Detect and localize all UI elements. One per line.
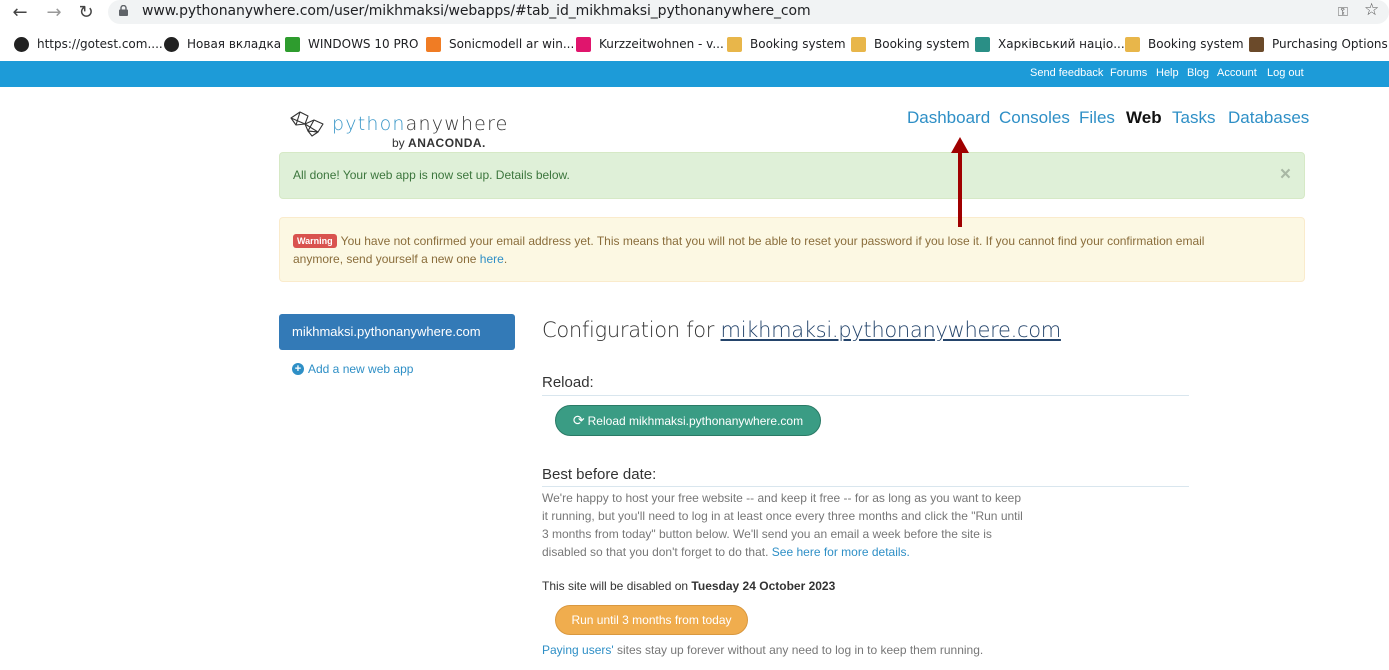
forward-arrow-icon[interactable]: → — [43, 2, 65, 24]
lock-icon — [119, 5, 128, 16]
logout-link[interactable]: Log out — [1267, 67, 1304, 79]
section-divider — [542, 486, 1189, 487]
best-before-text-line: We're happy to host your free website --… — [542, 491, 1021, 505]
disable-date: Tuesday 24 October 2023 — [691, 579, 836, 593]
bookmark-label: Booking system — [1148, 37, 1244, 51]
top-utility-bar: Send feedback Forums Help Blog Account L… — [0, 61, 1389, 87]
annotation-arrow-icon — [951, 137, 969, 227]
globe-icon — [164, 36, 179, 52]
url-text[interactable]: www.pythonanywhere.com/user/mikhmaksi/we… — [142, 3, 811, 19]
bookmark-item[interactable]: Booking system — [1125, 35, 1244, 53]
browser-toolbar: ← → ↻ www.pythonanywhere.com/user/mikhma… — [0, 0, 1389, 27]
bookmark-label: Новая вкладка — [187, 37, 282, 51]
reload-webapp-button[interactable]: ⟳ Reload mikhmaksi.pythonanywhere.com — [555, 405, 821, 436]
bookmark-label: Sonicmodell ar win... — [449, 37, 575, 51]
logo-byline: by ANACONDA. — [392, 136, 486, 150]
refresh-icon: ⟳ — [572, 412, 585, 429]
plus-circle-icon: + — [292, 363, 304, 375]
best-before-heading: Best before date: — [542, 466, 657, 483]
bookmark-label: Kurzzeitwohnen - v... — [599, 37, 724, 51]
bookmark-label: WINDOWS 10 PRO — [308, 37, 419, 51]
windows-icon — [285, 36, 300, 52]
bg-icon — [426, 36, 441, 52]
booking-icon — [727, 36, 742, 52]
best-before-text-line: disabled so that you don't forget to do … — [542, 545, 910, 559]
resend-confirmation-link[interactable]: here — [480, 252, 504, 266]
blog-link[interactable]: Blog — [1187, 67, 1209, 79]
bookmark-label: Booking system — [750, 37, 846, 51]
nav-tasks[interactable]: Tasks — [1172, 108, 1215, 128]
bookmark-label: Purchasing Options... — [1272, 37, 1389, 51]
webapp-domain-link[interactable]: mikhmaksi.pythonanywhere.com — [721, 318, 1062, 342]
best-before-text-line: it running, but you'll need to log in at… — [542, 509, 1023, 523]
nav-files[interactable]: Files — [1079, 108, 1115, 128]
nav-databases[interactable]: Databases — [1228, 108, 1309, 128]
logo-wordmark: pythonanywhere — [332, 113, 509, 135]
bookmark-label: Booking system — [874, 37, 970, 51]
sidebar-item-label: mikhmaksi.pythonanywhere.com — [292, 324, 481, 339]
bookmark-item[interactable]: Kurzzeitwohnen - v... — [576, 35, 724, 53]
success-alert: All done! Your web app is now set up. De… — [279, 152, 1305, 199]
booking-icon — [1125, 36, 1140, 52]
section-divider — [542, 395, 1189, 396]
best-before-text-line: 3 months from today" button below. We'll… — [542, 527, 992, 541]
github-icon — [14, 36, 29, 52]
account-link[interactable]: Account — [1217, 67, 1257, 79]
bookmark-item[interactable]: WINDOWS 10 PRO — [285, 35, 418, 53]
bookmark-item[interactable]: Новая вкладка — [164, 35, 281, 53]
bookmark-label: Харківський націо... — [998, 37, 1125, 51]
paying-users-text: Paying users' sites stay up forever with… — [542, 643, 984, 657]
send-feedback-link[interactable]: Send feedback — [1030, 67, 1103, 79]
bookmark-item[interactable]: Purchasing Options... — [1249, 35, 1389, 53]
bookmark-item[interactable]: https://gotest.com.... — [14, 35, 163, 53]
nav-dashboard[interactable]: Dashboard — [907, 108, 990, 128]
bookmark-item[interactable]: Booking system — [851, 35, 970, 53]
warning-badge: Warning — [293, 234, 337, 248]
pythonanywhere-logo[interactable]: pythonanywhere by ANACONDA. — [288, 110, 507, 154]
university-icon — [975, 36, 990, 52]
page-title: Configuration for mikhmaksi.pythonanywhe… — [542, 318, 1061, 342]
disable-date-text: This site will be disabled on Tuesday 24… — [542, 579, 836, 593]
warning-line-1: Warning You have not confirmed your email… — [293, 234, 1204, 248]
nav-consoles[interactable]: Consoles — [999, 108, 1070, 128]
booking-icon — [851, 36, 866, 52]
add-new-webapp-link[interactable]: + Add a new web app — [292, 362, 413, 376]
bookmark-label: https://gotest.com.... — [37, 37, 163, 51]
bookmarks-bar: https://gotest.com.... Новая вкладка WINDO… — [0, 30, 1389, 57]
add-new-webapp-label: Add a new web app — [308, 362, 414, 376]
forums-link[interactable]: Forums — [1110, 67, 1147, 79]
bookmark-item[interactable]: Booking system — [727, 35, 846, 53]
back-arrow-icon[interactable]: ← — [9, 2, 31, 24]
nav-web[interactable]: Web — [1126, 108, 1162, 128]
help-link[interactable]: Help — [1156, 67, 1179, 79]
close-icon[interactable]: × — [1280, 164, 1291, 186]
paying-users-link[interactable]: Paying users' — [542, 643, 614, 657]
more-details-link[interactable]: See here for more details. — [772, 545, 910, 559]
bookmark-item[interactable]: Sonicmodell ar win... — [426, 35, 574, 53]
sidebar-item-webapp[interactable]: mikhmaksi.pythonanywhere.com — [279, 314, 515, 350]
python-snake-logo-icon — [290, 111, 324, 137]
bookmark-item[interactable]: Харківський націо... — [975, 35, 1125, 53]
success-alert-text: All done! Your web app is now set up. De… — [293, 168, 570, 182]
reload-heading: Reload: — [542, 374, 594, 391]
key-icon[interactable]: ⚿ — [1338, 4, 1348, 20]
kurz-icon — [576, 36, 591, 52]
box-icon — [1249, 36, 1264, 52]
run-until-3-months-button[interactable]: Run until 3 months from today — [555, 605, 748, 635]
warning-line-2: anymore, send yourself a new one here. — [293, 252, 508, 266]
star-icon[interactable]: ☆ — [1364, 0, 1379, 20]
email-warning-alert: Warning You have not confirmed your email… — [279, 217, 1305, 282]
reload-icon[interactable]: ↻ — [75, 2, 97, 24]
